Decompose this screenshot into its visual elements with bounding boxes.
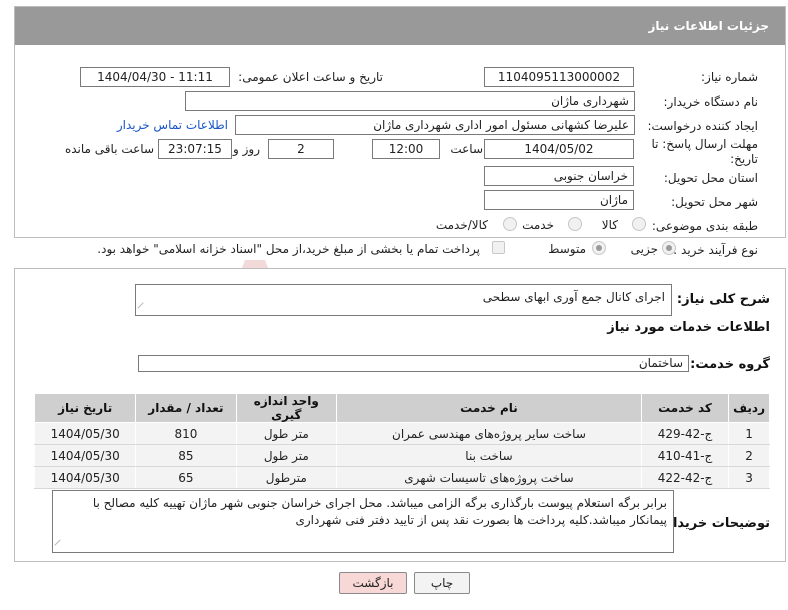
category-goods-text: کالا <box>601 218 618 232</box>
city-field: ماژان <box>484 190 634 210</box>
category-service-radio[interactable] <box>568 217 582 231</box>
buyer-notes-text: برابر برگه استعلام پیوست بارگذاری برگه ا… <box>92 496 667 527</box>
category-goods-service-text: کالا/خدمت <box>435 218 488 232</box>
col-row-header: ردیف <box>728 393 770 423</box>
services-title: اطلاعات خدمات مورد نیاز <box>607 320 770 335</box>
quantity: 810 <box>135 422 237 445</box>
quantity: 85 <box>135 444 237 467</box>
province-label: استان محل تحویل: <box>663 171 758 185</box>
process-medium-text: متوسط <box>548 242 586 256</box>
print-button[interactable]: چاپ <box>414 572 470 594</box>
table-row: 3 ج-42-422 ساخت پروژه‌های تاسیسات شهری م… <box>33 466 770 489</box>
row-number: 2 <box>728 444 770 467</box>
requester-label: ایجاد کننده درخواست: <box>647 119 758 133</box>
buyer-org-field: شهرداری ماژان <box>185 91 635 111</box>
resize-handle-icon[interactable] <box>54 539 66 551</box>
table-row: 1 ج-42-429 ساخت سایر پروژه‌های مهندسی عم… <box>33 422 770 445</box>
buyer-notes-label: توضیحات خریدار: <box>660 516 770 531</box>
service-code: ج-42-422 <box>640 466 730 489</box>
back-button[interactable]: بازگشت <box>339 572 407 594</box>
process-minor-text: جزیی <box>630 242 658 256</box>
remaining-label: ساعت باقی مانده <box>64 142 154 156</box>
treasury-payment-checkbox[interactable] <box>492 241 505 254</box>
services-table: ردیف کد خدمت نام خدمت واحد اندازه گیری ت… <box>33 393 770 489</box>
need-number-label: شماره نیاز: <box>701 70 758 84</box>
unit: متر طول <box>235 444 338 467</box>
process-minor-radio[interactable] <box>662 241 676 255</box>
quantity: 65 <box>135 466 237 489</box>
announce-datetime-field: 1404/04/30 - 11:11 <box>80 67 230 87</box>
panel-title: جزئیات اطلاعات نیاز <box>15 7 785 45</box>
unit: مترطول <box>235 466 338 489</box>
service-group-field: ساختمان <box>138 355 689 372</box>
service-name: ساخت سایر پروژه‌های مهندسی عمران <box>336 422 642 445</box>
remaining-time-field: 23:07:15 <box>158 139 232 159</box>
category-goods-radio[interactable] <box>632 217 646 231</box>
summary-textarea[interactable]: اجرای کانال جمع آوری ابهای سطحی <box>135 284 672 316</box>
category-service-text: خدمت <box>522 218 554 232</box>
service-name: ساخت پروژه‌های تاسیسات شهری <box>336 466 642 489</box>
need-date: 1404/05/30 <box>33 422 137 445</box>
category-goods-service-radio[interactable] <box>503 217 517 231</box>
days-label: روز و <box>233 142 260 156</box>
col-qty-header: تعداد / مقدار <box>135 393 237 423</box>
service-code: ج-42-429 <box>640 422 730 445</box>
need-date: 1404/05/30 <box>33 444 137 467</box>
row-number: 3 <box>728 466 770 489</box>
deadline-time-label: ساعت <box>450 142 483 156</box>
need-number-field: 1104095113000002 <box>484 67 634 87</box>
process-medium-radio[interactable] <box>592 241 606 255</box>
col-unit-header: واحد اندازه گیری <box>235 393 338 423</box>
resize-handle-icon[interactable] <box>137 302 149 314</box>
summary-label: شرح کلی نیاز: <box>676 292 770 307</box>
deadline-date-field: 1404/05/02 <box>484 139 634 159</box>
deadline-label: مهلت ارسال پاسخ: تا تاریخ: <box>651 137 758 166</box>
city-label: شهر محل تحویل: <box>671 195 758 209</box>
buyer-notes-textarea[interactable]: برابر برگه استعلام پیوست بارگذاری برگه ا… <box>52 490 674 553</box>
process-label: نوع فرآیند خرید : <box>673 243 758 257</box>
buyer-org-label: نام دستگاه خریدار: <box>663 95 759 109</box>
requester-field: علیرضا کشهانی مسئول امور اداری شهرداری م… <box>235 115 635 135</box>
province-field: خراسان جنوبی <box>484 166 634 186</box>
deadline-time-field: 12:00 <box>372 139 440 159</box>
unit: متر طول <box>235 422 338 445</box>
service-code: ج-41-410 <box>640 444 730 467</box>
row-number: 1 <box>728 422 770 445</box>
category-label: طبقه بندی موضوعی: <box>651 219 758 233</box>
col-date-header: تاریخ نیاز <box>33 393 137 423</box>
buyer-contact-link[interactable]: اطلاعات تماس خریدار <box>117 118 228 132</box>
need-date: 1404/05/30 <box>33 466 137 489</box>
summary-text: اجرای کانال جمع آوری ابهای سطحی <box>482 290 665 304</box>
service-group-label: گروه خدمت: <box>690 357 770 372</box>
remaining-days-field: 2 <box>268 139 334 159</box>
table-row: 2 ج-41-410 ساخت بنا متر طول 85 1404/05/3… <box>33 444 770 467</box>
service-name: ساخت بنا <box>336 444 642 467</box>
col-name-header: نام خدمت <box>336 393 642 423</box>
table-header-row: ردیف کد خدمت نام خدمت واحد اندازه گیری ت… <box>33 393 770 423</box>
col-code-header: کد خدمت <box>640 393 730 423</box>
announce-datetime-label: تاریخ و ساعت اعلان عمومی: <box>238 70 383 84</box>
treasury-payment-note: پرداخت تمام یا بخشی از مبلغ خرید،از محل … <box>97 242 480 256</box>
